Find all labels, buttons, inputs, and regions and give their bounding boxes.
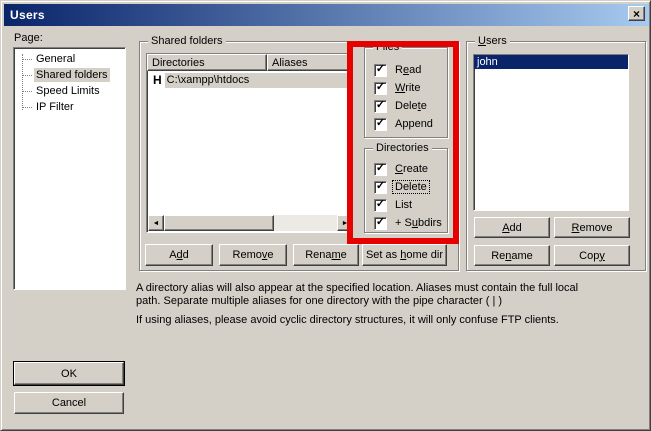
checkmark-icon: ✓	[376, 82, 385, 93]
sidebar-item-general[interactable]: General	[17, 51, 77, 67]
subdirs-checkbox[interactable]: ✓	[374, 217, 387, 230]
alias-help-text: A directory alias will also appear at th…	[136, 282, 606, 327]
sidebar-item-shared-folders[interactable]: Shared folders	[17, 67, 110, 83]
rename-folder-button[interactable]: Rename	[293, 244, 359, 266]
subdirs-checkbox-row: ✓ + Subdirs	[374, 216, 444, 230]
append-checkbox[interactable]: ✓	[374, 118, 387, 131]
scroll-right-button[interactable]: ►	[337, 215, 353, 231]
subdirs-checkbox-label[interactable]: + Subdirs	[393, 217, 444, 229]
sidebar-item-ip-filter[interactable]: IP Filter	[17, 99, 76, 115]
checkmark-icon: ✓	[376, 199, 385, 210]
user-list-item[interactable]: john	[474, 55, 628, 69]
checkmark-icon: ✓	[376, 217, 385, 228]
tree-stub-icon	[22, 75, 32, 76]
create-checkbox-row: ✓ Create	[374, 162, 430, 176]
read-checkbox-label[interactable]: Read	[393, 64, 423, 76]
create-checkbox-label[interactable]: Create	[393, 163, 430, 175]
directories-permissions-group: Directories ✓ Create ✓ Delete ✓ List ✓ +…	[364, 148, 448, 233]
checkmark-icon: ✓	[376, 181, 385, 192]
cancel-button[interactable]: Cancel	[14, 392, 124, 414]
directories-list[interactable]: Directories Aliases H C:\xampp\htdocs ◄ …	[146, 53, 353, 233]
delete-dirs-checkbox-row: ✓ Delete	[374, 180, 429, 194]
directories-group-label: Directories	[373, 142, 432, 155]
list-checkbox[interactable]: ✓	[374, 199, 387, 212]
add-folder-button[interactable]: Add	[145, 244, 213, 266]
checkmark-icon: ✓	[376, 118, 385, 129]
list-checkbox-row: ✓ List	[374, 198, 414, 212]
column-header-directories[interactable]: Directories	[147, 54, 267, 71]
arrow-left-icon: ◄	[153, 220, 160, 227]
users-list[interactable]: john	[473, 54, 629, 211]
tree-stub-icon	[22, 91, 32, 92]
checkmark-icon: ✓	[376, 64, 385, 75]
alias-help-line3: If using aliases, please avoid cyclic di…	[136, 314, 606, 327]
write-checkbox-row: ✓ Write	[374, 81, 422, 95]
window-title: Users	[10, 8, 45, 22]
add-user-button[interactable]: Add	[474, 217, 550, 238]
alias-help-line2: path. Separate multiple aliases for one …	[136, 295, 606, 308]
tree-stub-icon	[22, 107, 32, 108]
append-checkbox-label[interactable]: Append	[393, 118, 435, 130]
close-button[interactable]: ×	[628, 6, 645, 21]
delete-files-checkbox-label[interactable]: Delete	[393, 100, 429, 112]
tree-stub-icon	[22, 59, 32, 60]
checkmark-icon: ✓	[376, 100, 385, 111]
ok-button[interactable]: OK	[14, 362, 124, 385]
delete-files-checkbox[interactable]: ✓	[374, 100, 387, 113]
close-icon: ×	[633, 8, 640, 20]
create-checkbox[interactable]: ✓	[374, 163, 387, 176]
directory-path: C:\xampp\htdocs	[165, 73, 350, 88]
page-tree[interactable]: General Shared folders Speed Limits IP F…	[13, 47, 126, 290]
files-permissions-group: Files ✓ Read ✓ Write ✓ Delete ✓ Append	[364, 47, 448, 138]
remove-user-button[interactable]: Remove	[554, 217, 630, 238]
scroll-left-button[interactable]: ◄	[148, 215, 164, 231]
column-header-aliases[interactable]: Aliases	[267, 54, 352, 71]
rename-user-button[interactable]: Rename	[474, 245, 550, 266]
delete-dirs-checkbox[interactable]: ✓	[374, 181, 387, 194]
set-as-home-dir-button[interactable]: Set as home dir	[362, 244, 447, 266]
arrow-right-icon: ►	[342, 220, 349, 227]
users-group-label: Users	[475, 35, 510, 48]
sidebar-item-speed-limits[interactable]: Speed Limits	[17, 83, 102, 99]
shared-folders-group-label: Shared folders	[148, 35, 226, 48]
directory-row[interactable]: H C:\xampp\htdocs	[147, 72, 352, 88]
write-checkbox[interactable]: ✓	[374, 82, 387, 95]
append-checkbox-row: ✓ Append	[374, 117, 435, 131]
page-label: Page:	[14, 32, 43, 44]
read-checkbox-row: ✓ Read	[374, 63, 423, 77]
home-directory-marker: H	[147, 73, 165, 87]
alias-help-line1: A directory alias will also appear at th…	[136, 282, 606, 295]
delete-dirs-checkbox-label[interactable]: Delete	[393, 181, 429, 193]
remove-folder-button[interactable]: Remove	[219, 244, 287, 266]
list-checkbox-label[interactable]: List	[393, 199, 414, 211]
checkmark-icon: ✓	[376, 163, 385, 174]
copy-user-button[interactable]: Copy	[554, 245, 630, 266]
users-dialog: Users × Page: General Shared folders Spe…	[0, 0, 651, 431]
delete-files-checkbox-row: ✓ Delete	[374, 99, 429, 113]
write-checkbox-label[interactable]: Write	[393, 82, 422, 94]
read-checkbox[interactable]: ✓	[374, 64, 387, 77]
titlebar[interactable]: Users	[4, 4, 649, 26]
scrollbar-thumb[interactable]	[164, 215, 274, 231]
horizontal-scrollbar[interactable]: ◄ ►	[148, 215, 353, 231]
files-group-label: Files	[373, 41, 402, 54]
